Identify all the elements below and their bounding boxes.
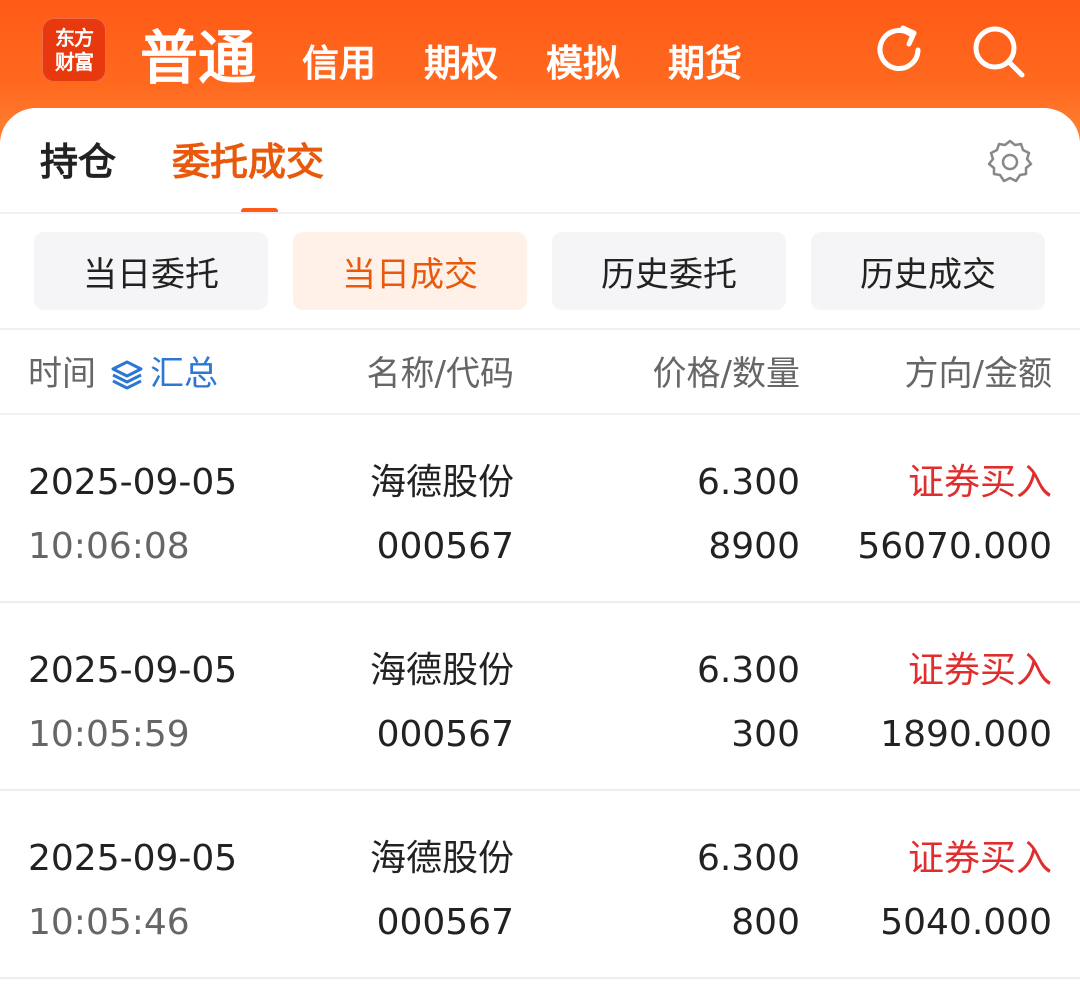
content-panel: 持仓 委托成交 当日委托 当日成交 历史委托 历史成交 时间 汇总 名称/代码 … [0,108,1080,999]
sub-tabs: 持仓 委托成交 [40,136,380,188]
trade-direction: 证券买入 [907,650,1052,691]
trade-time: 10:06:08 [28,526,190,567]
trade-amount: 1890.000 [880,714,1052,755]
logo-line-2: 财富 [55,50,94,74]
layers-icon [111,360,143,390]
mode-tab-futures[interactable]: 期货 [668,40,742,94]
trade-price: 6.300 [696,462,800,503]
refresh-icon[interactable] [870,22,930,82]
mode-tab-options[interactable]: 期权 [424,40,498,94]
trade-quantity: 300 [731,714,800,755]
account-mode-tabs: 普通 信用 期权 模拟 期货 [140,14,790,94]
filter-history-orders[interactable]: 历史委托 [552,232,786,310]
summary-button[interactable]: 汇总 [110,352,218,396]
stock-name: 海德股份 [369,462,514,503]
trade-direction: 证券买入 [907,462,1052,503]
trade-time: 10:05:46 [28,902,190,943]
table-row[interactable]: 2025-09-05 10:06:08 海德股份 000567 6.300 89… [0,415,1080,603]
stock-code: 000567 [376,526,514,567]
tab-orders-trades[interactable]: 委托成交 [172,136,324,188]
trade-amount: 5040.000 [880,902,1052,943]
search-icon[interactable] [968,22,1028,82]
table-header: 时间 汇总 名称/代码 价格/数量 方向/金额 [0,330,1080,414]
logo-line-1: 东方 [55,26,94,50]
summary-label: 汇总 [150,354,218,394]
trade-date: 2025-09-05 [28,838,238,879]
table-row[interactable]: 2025-09-05 10:05:46 海德股份 000567 6.300 80… [0,791,1080,979]
trade-price: 6.300 [696,650,800,691]
header-time: 时间 [28,354,96,394]
stock-name: 海德股份 [369,838,514,879]
trade-quantity: 800 [731,902,800,943]
header-name-code: 名称/代码 [366,354,514,394]
trade-amount: 56070.000 [857,526,1052,567]
tab-positions[interactable]: 持仓 [40,136,116,188]
stock-code: 000567 [376,714,514,755]
trade-price: 6.300 [696,838,800,879]
gear-icon[interactable] [984,136,1036,188]
divider [0,212,1080,214]
mode-tab-simulation[interactable]: 模拟 [546,40,620,94]
stock-name: 海德股份 [369,650,514,691]
stock-code: 000567 [376,902,514,943]
trade-time: 10:05:59 [28,714,190,755]
filter-history-trades[interactable]: 历史成交 [811,232,1045,310]
header-price-qty: 价格/数量 [652,354,800,394]
filter-row: 当日委托 当日成交 历史委托 历史成交 [34,232,1070,310]
table-row[interactable]: 2025-09-05 10:05:59 海德股份 000567 6.300 30… [0,603,1080,791]
filter-today-trades[interactable]: 当日成交 [293,232,527,310]
header-direction-amount: 方向/金额 [904,354,1052,394]
trade-date: 2025-09-05 [28,462,238,503]
trade-date: 2025-09-05 [28,650,238,691]
trade-quantity: 8900 [708,526,800,567]
mode-tab-normal[interactable]: 普通 [140,22,256,94]
filter-today-orders[interactable]: 当日委托 [34,232,268,310]
app-logo[interactable]: 东方 财富 [42,18,106,82]
trade-direction: 证券买入 [907,838,1052,879]
mode-tab-credit[interactable]: 信用 [302,40,376,94]
